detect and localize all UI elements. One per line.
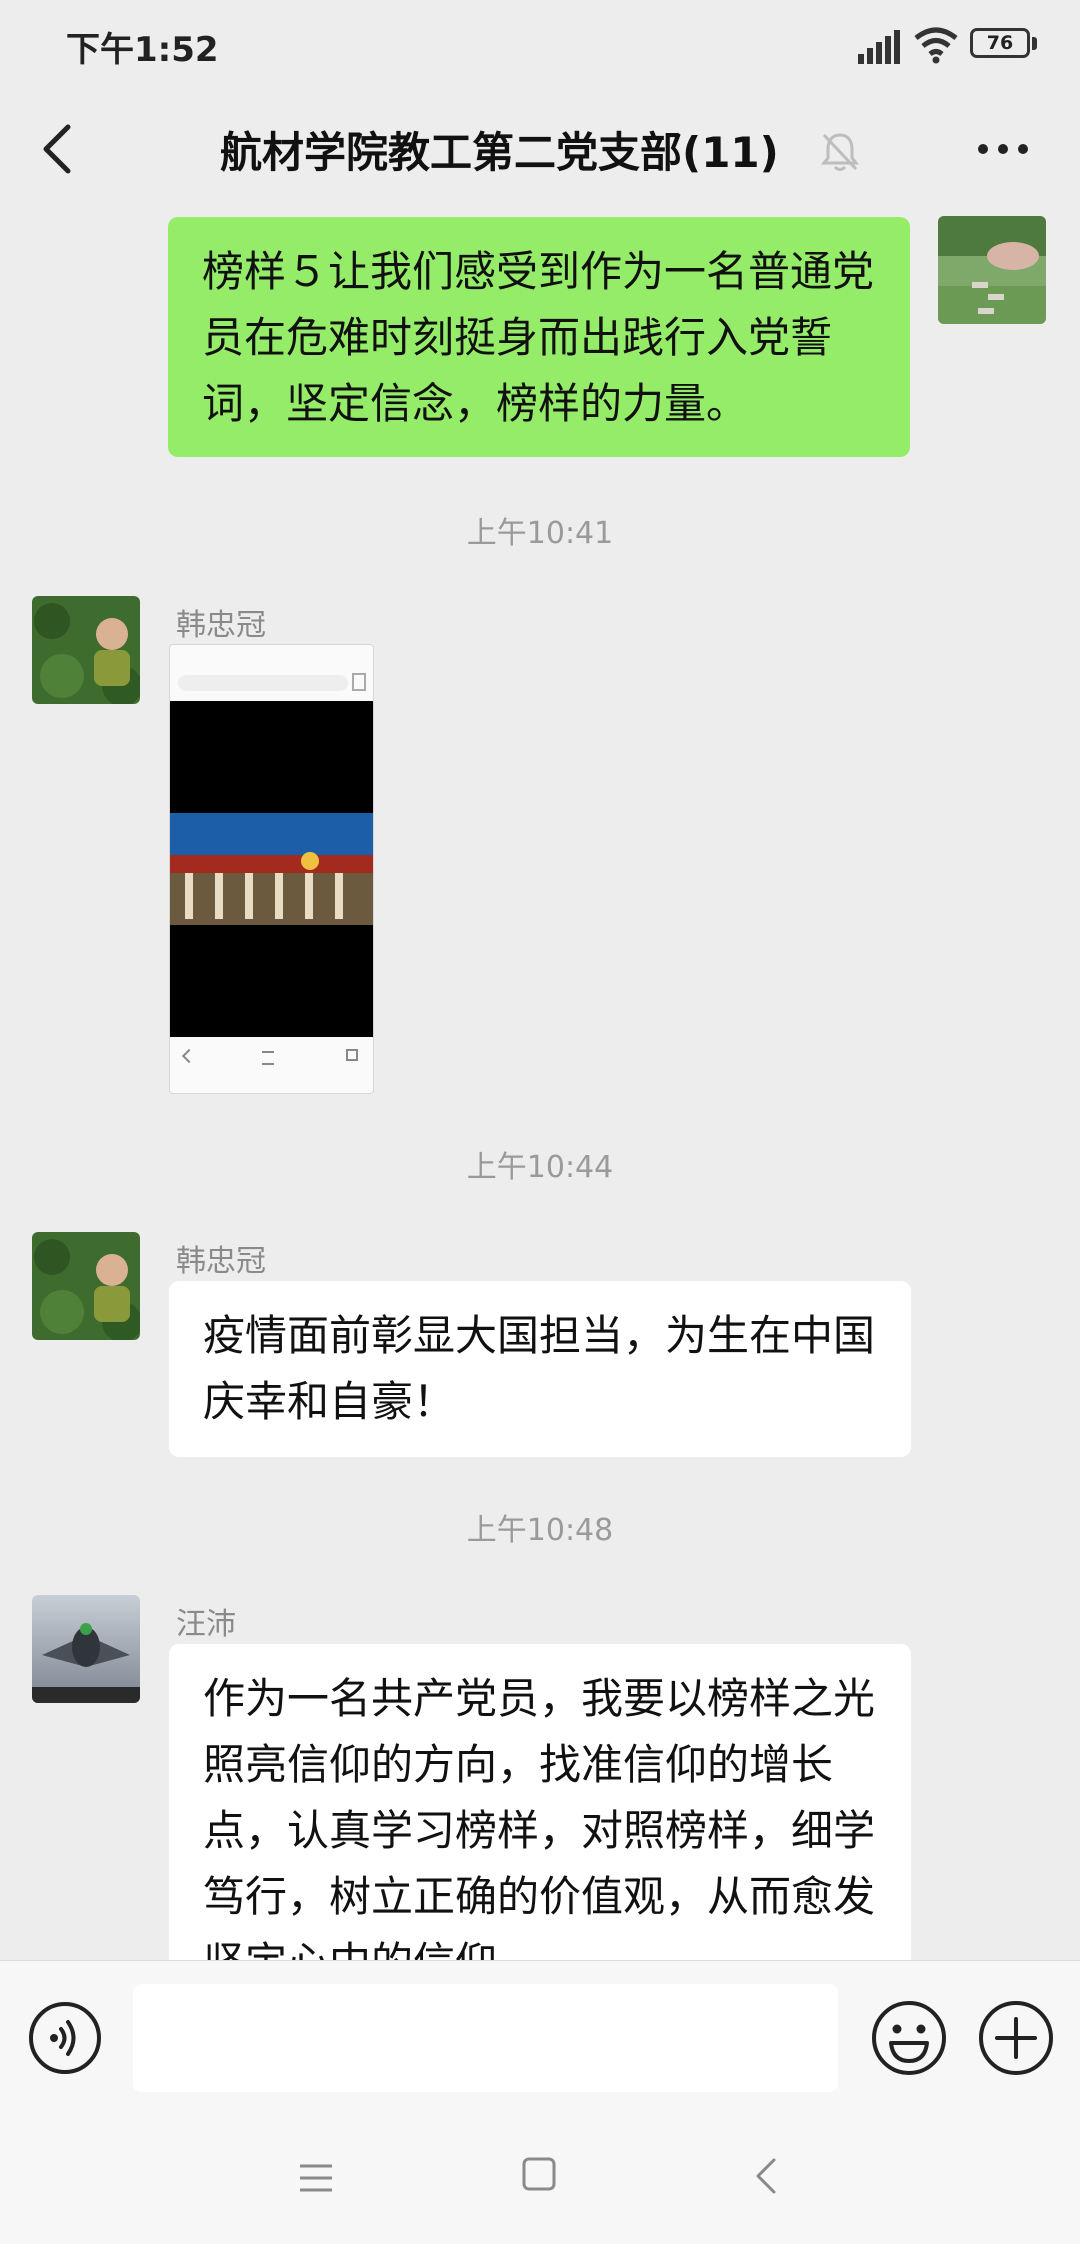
input-bar	[0, 1960, 1080, 2113]
message-list: 榜样５让我们感受到作为一名普通党员在危难时刻挺身而出践行入党誓词，坚定信念，榜样…	[0, 210, 1080, 1960]
message-bubble-self[interactable]: 榜样５让我们感受到作为一名普通党员在危难时刻挺身而出践行入党誓词，坚定信念，榜样…	[168, 217, 910, 457]
image-thumbnail-video	[170, 701, 373, 1037]
message-timestamp: 上午10:44	[466, 1150, 614, 1185]
sender-avatar[interactable]	[32, 596, 140, 704]
chat-header: 航材学院教工第二党支部(11)	[0, 95, 1080, 210]
signal-icon	[858, 30, 900, 64]
chat-title: 航材学院教工第二党支部(11)	[220, 128, 779, 177]
add-attachment-button[interactable]	[977, 1999, 1055, 2077]
battery-icon: 76	[970, 28, 1038, 62]
sender-name: 汪沛	[176, 1607, 236, 1642]
message-bubble-other[interactable]: 疫情面前彰显大国担当，为生在中国庆幸和自豪！	[169, 1281, 911, 1457]
back-button[interactable]	[30, 117, 86, 181]
emoji-button[interactable]	[870, 1999, 948, 2077]
message-input[interactable]	[133, 1984, 838, 2092]
image-thumbnail-bottombar	[170, 1037, 373, 1093]
sender-name: 韩忠冠	[176, 1244, 266, 1279]
more-options-button[interactable]	[975, 125, 1031, 173]
message-text: 榜样５让我们感受到作为一名普通党员在危难时刻挺身而出践行入党誓词，坚定信念，榜样…	[202, 247, 875, 428]
system-nav-bar	[0, 2112, 1080, 2244]
image-thumbnail-topbar	[170, 645, 373, 701]
nav-back-icon[interactable]	[752, 2156, 780, 2196]
message-bubble-other[interactable]: 作为一名共产党员，我要以榜样之光照亮信仰的方向，找准信仰的增长点，认真学习榜样，…	[169, 1644, 911, 1960]
mute-bell-icon	[820, 133, 860, 171]
wifi-icon	[914, 27, 958, 64]
sender-name: 韩忠冠	[176, 608, 266, 643]
sender-avatar[interactable]	[32, 1232, 140, 1340]
voice-button[interactable]	[28, 2001, 102, 2075]
message-text: 疫情面前彰显大国担当，为生在中国庆幸和自豪！	[203, 1311, 876, 1426]
message-text: 作为一名共产党员，我要以榜样之光照亮信仰的方向，找准信仰的增长点，认真学习榜样，…	[203, 1674, 876, 1960]
battery-level: 76	[970, 28, 1030, 58]
recent-apps-menu-icon[interactable]	[296, 2160, 336, 2196]
status-time: 下午1:52	[66, 30, 219, 70]
image-message[interactable]	[169, 644, 374, 1094]
message-timestamp: 上午10:48	[466, 1513, 614, 1548]
home-square-icon[interactable]	[521, 2156, 557, 2192]
self-avatar[interactable]	[938, 216, 1046, 324]
status-bar: 下午1:52 76	[0, 0, 1080, 95]
message-timestamp: 上午10:41	[466, 516, 614, 551]
sender-avatar[interactable]	[32, 1595, 140, 1703]
